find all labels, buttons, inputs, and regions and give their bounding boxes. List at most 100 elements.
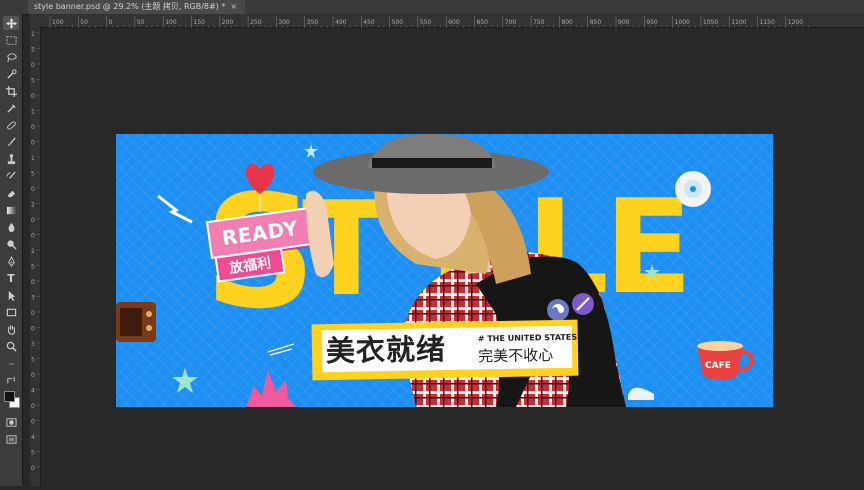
ruler-label: 600	[448, 19, 460, 26]
blur-tool-icon[interactable]	[3, 220, 19, 234]
ruler-label: 0	[31, 465, 35, 472]
ruler-label: 0	[31, 186, 35, 193]
ruler-label: 250	[250, 19, 262, 26]
foreground-background-colors[interactable]	[3, 390, 20, 408]
ruler-label: 500	[392, 19, 404, 26]
slogan-tag-text: # THE UNITED STATES	[477, 332, 578, 344]
ruler-label: 100	[52, 19, 64, 26]
ruler-label: 50	[137, 19, 145, 26]
ruler-label: 4	[31, 434, 35, 441]
ruler-label: 650	[477, 19, 489, 26]
zoom-tool-icon[interactable]	[3, 339, 19, 353]
zigzag-doodle-icon	[157, 194, 193, 224]
ruler-label: 1050	[703, 19, 718, 26]
ruler-label: 150	[194, 19, 206, 26]
pink-burst-icon	[246, 370, 296, 407]
document-tab[interactable]: style banner.psd @ 29.2% (主题 拷贝, RGB/8#)…	[28, 0, 246, 14]
marquee-tool-icon[interactable]	[3, 33, 19, 47]
close-tab-icon[interactable]: ×	[230, 2, 237, 11]
heart-balloon-icon	[245, 163, 275, 212]
slogan-main-text: 美衣就绪	[325, 331, 447, 369]
lasso-tool-icon[interactable]	[3, 50, 19, 64]
ruler-label: 450	[363, 19, 375, 26]
slogan-panel: 美衣就绪 # THE UNITED STATES 完美不收心	[311, 319, 579, 381]
ruler-label: 5	[31, 78, 35, 85]
style-banner-artwork[interactable]: S T Y L E READY 放福利	[116, 134, 773, 407]
ruler-label: 900	[618, 19, 630, 26]
dodge-tool-icon[interactable]	[3, 237, 19, 251]
slogan-panel-inner: 美衣就绪 # THE UNITED STATES 完美不收心	[321, 325, 577, 373]
cup-label-text: CAFE	[705, 361, 731, 371]
rectangle-tool-icon[interactable]	[3, 305, 19, 319]
ruler-label: 350	[307, 19, 319, 26]
dash-doodle-icon	[267, 343, 295, 356]
ruler-label: 0	[31, 419, 35, 426]
ruler-label: 0	[109, 19, 113, 26]
foreground-color-swatch[interactable]	[4, 391, 15, 402]
healing-tool-icon[interactable]	[3, 118, 19, 132]
stamp-tool-icon[interactable]	[3, 152, 19, 166]
ruler-label: 200	[222, 19, 234, 26]
move-tool-icon[interactable]	[3, 16, 19, 30]
tools-panel: T ···	[0, 14, 23, 486]
document-tab-title[interactable]: style banner.psd @ 29.2% (主题 拷贝, RGB/8#)…	[34, 2, 225, 11]
ruler-label: 750	[533, 19, 545, 26]
ruler-label: 5	[31, 47, 35, 54]
ruler-label: 3	[31, 295, 35, 302]
ruler-label: 550	[420, 19, 432, 26]
gradient-tool-icon[interactable]	[3, 203, 19, 217]
hand-tool-icon[interactable]	[3, 322, 19, 336]
ruler-label: 0	[31, 124, 35, 131]
eraser-tool-icon[interactable]	[3, 186, 19, 200]
vintage-radio-icon	[116, 302, 156, 342]
ruler-label: 5	[31, 450, 35, 457]
ruler-label: 2	[31, 248, 35, 255]
eyedropper-tool-icon[interactable]	[3, 101, 19, 115]
ruler-label: 2	[31, 202, 35, 209]
document-tab-bar: style banner.psd @ 29.2% (主题 拷贝, RGB/8#)…	[0, 0, 864, 15]
ruler-label: 1000	[675, 19, 690, 26]
type-tool-icon[interactable]: T	[3, 271, 19, 285]
swap-colors-icon[interactable]	[3, 373, 19, 387]
ruler-label: 1100	[731, 19, 746, 26]
quick-select-tool-icon[interactable]	[3, 67, 19, 81]
vertical-ruler[interactable]: 1 5 0 5 0 1 0 0 1 5 0 2 0 0 2 5 0 3 0 0 3 5 0 4 0 0 4 5 0	[30, 27, 41, 486]
ruler-label: 0	[31, 93, 35, 100]
ruler-label: 1	[31, 31, 35, 38]
shoe-icon	[628, 387, 654, 400]
horizontal-ruler[interactable]: 100 50 0 50 100 150 200 250 300 350 400 450 500 550 60…	[30, 14, 864, 29]
right-star-icon	[644, 264, 660, 280]
vertical-ruler-ticks: 1 5 0 5 0 1 0 0 1 5 0 2 0 0 2 5 0 3 0 0 3 5 0 4 0 0 4 5 0	[31, 31, 40, 472]
ruler-label: 0	[31, 62, 35, 69]
crop-tool-icon[interactable]	[3, 84, 19, 98]
ruler-label: 0	[31, 403, 35, 410]
ruler-label: 5	[31, 357, 35, 364]
ruler-label: 0	[31, 140, 35, 147]
ruler-label: 100	[165, 19, 177, 26]
brush-tool-icon[interactable]	[3, 135, 19, 149]
ruler-label: 3	[31, 341, 35, 348]
star-icon	[172, 368, 198, 393]
ruler-label: 0	[31, 372, 35, 379]
ruler-label: 1150	[760, 19, 775, 26]
ruler-label: 300	[278, 19, 290, 26]
path-select-tool-icon[interactable]	[3, 288, 19, 302]
cd-disc-icon	[675, 171, 711, 207]
ruler-label: 0	[31, 233, 35, 240]
ruler-label: 4	[31, 388, 35, 395]
more-tools-icon[interactable]: ···	[3, 357, 19, 371]
ruler-label: 950	[646, 19, 658, 26]
pen-tool-icon[interactable]	[3, 254, 19, 268]
ruler-label: 1	[31, 109, 35, 116]
screen-mode-icon[interactable]	[3, 432, 19, 446]
ruler-label: 0	[31, 326, 35, 333]
ruler-label: 400	[335, 19, 347, 26]
quick-mask-icon[interactable]	[3, 415, 19, 429]
ruler-label: 5	[31, 171, 35, 178]
ruler-label: 700	[505, 19, 517, 26]
history-brush-tool-icon[interactable]	[3, 169, 19, 183]
ruler-label: 50	[80, 19, 88, 26]
ruler-label: 5	[31, 264, 35, 271]
ruler-label: 1200	[788, 19, 803, 26]
ruler-label: 1	[31, 155, 35, 162]
